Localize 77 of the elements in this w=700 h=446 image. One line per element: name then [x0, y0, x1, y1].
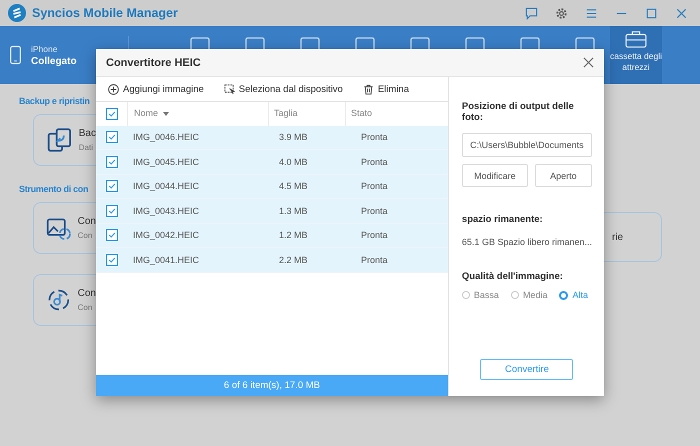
close-icon[interactable]: [583, 57, 594, 68]
app-title: Syncios Mobile Manager: [32, 6, 178, 20]
card-title: rie: [612, 232, 624, 242]
delete-button[interactable]: Elimina: [362, 84, 409, 94]
select-all-checkbox[interactable]: [106, 108, 118, 120]
device-status: Collegato: [31, 56, 77, 66]
settings-icon[interactable]: [555, 6, 568, 20]
maximize-icon[interactable]: [645, 6, 658, 20]
check-icon: [108, 110, 116, 118]
check-icon: [108, 256, 116, 264]
select-cursor-icon: [224, 84, 235, 94]
select-from-device-button[interactable]: Seleziona dal dispositivo: [224, 84, 343, 94]
row-checkbox[interactable]: [106, 156, 118, 168]
column-header[interactable]: Taglia: [274, 108, 298, 118]
card-title: Con: [78, 288, 96, 299]
card-subtitle: Con: [78, 303, 94, 312]
sort-caret-icon: [163, 112, 170, 116]
device-name: iPhone: [31, 44, 58, 54]
table-cell: Pronta: [361, 132, 388, 142]
table-cell: IMG_0041.HEIC: [133, 254, 200, 265]
check-icon: [108, 158, 116, 166]
column-header[interactable]: Stato: [351, 108, 372, 118]
feedback-icon[interactable]: [525, 6, 538, 20]
table-cell: Pronta: [361, 206, 388, 216]
close-icon[interactable]: [675, 6, 688, 20]
change-button[interactable]: Modificare: [462, 164, 528, 187]
card-title: Bac: [78, 128, 96, 139]
table-cell: Pronta: [361, 254, 388, 265]
section-heading: Backup e ripristin: [19, 96, 91, 106]
tool-card[interactable]: Bac Dati: [33, 114, 96, 166]
phone-icon: [10, 45, 21, 65]
table-cell: Pronta: [361, 230, 388, 240]
backup-icon: [46, 126, 73, 154]
add-icon: [108, 84, 119, 94]
dialog-title: Convertitore HEIC: [106, 56, 201, 68]
output-path-field[interactable]: C:\Users\Bubble\Documents: [462, 133, 592, 157]
column-header[interactable]: Nome: [134, 102, 158, 126]
add-image-button[interactable]: Aggiungi immagine: [108, 84, 204, 94]
table-cell: 3.9 MB: [279, 132, 308, 142]
table-cell: 2.2 MB: [279, 254, 308, 265]
card-subtitle: Dati: [78, 143, 94, 152]
card-title: Con: [78, 216, 96, 227]
row-checkbox[interactable]: [106, 229, 118, 242]
table-cell: IMG_0042.HEIC: [133, 230, 200, 240]
row-checkbox[interactable]: [106, 131, 118, 144]
table-cell: Pronta: [361, 181, 388, 192]
space-label: spazio rimanente:: [462, 214, 544, 225]
table-cell: IMG_0043.HEIC: [133, 206, 200, 216]
quality-radio[interactable]: Bassa: [462, 290, 499, 300]
table-cell: IMG_0044.HEIC: [133, 181, 200, 192]
table-cell: IMG_0045.HEIC: [133, 156, 200, 167]
check-icon: [108, 133, 116, 142]
quality-label: Qualità dell'immagine:: [462, 271, 564, 282]
table-cell: 1.3 MB: [279, 206, 308, 216]
check-icon: [108, 182, 116, 190]
table-cell: 1.2 MB: [279, 230, 308, 240]
toolbox-tab[interactable]: cassetta degli attrezzi: [610, 26, 662, 84]
check-icon: [108, 231, 116, 240]
status-bar: 6 of 6 item(s), 17.0 MB: [96, 375, 448, 396]
quality-radio[interactable]: Media: [510, 290, 548, 300]
row-checkbox[interactable]: [106, 180, 118, 192]
check-icon: [108, 206, 116, 215]
output-label: Posizione di output delle foto:: [462, 101, 575, 123]
card-subtitle: Con: [78, 231, 94, 240]
open-button[interactable]: Aperto: [534, 164, 592, 187]
trash-icon: [362, 84, 374, 94]
table-cell: 4.5 MB: [279, 181, 308, 192]
row-checkbox[interactable]: [106, 204, 118, 217]
toolbox-icon: [625, 30, 647, 48]
space-value: 65.1 GB Spazio libero rimanen...: [462, 237, 592, 247]
app-logo-icon: [8, 4, 26, 22]
table-cell: 4.0 MB: [279, 156, 308, 167]
row-checkbox[interactable]: [106, 254, 118, 266]
table-cell: IMG_0046.HEIC: [133, 132, 200, 142]
section-heading: Strumento di con: [19, 184, 90, 194]
menu-icon[interactable]: [585, 6, 598, 20]
table-cell: Pronta: [361, 156, 388, 167]
